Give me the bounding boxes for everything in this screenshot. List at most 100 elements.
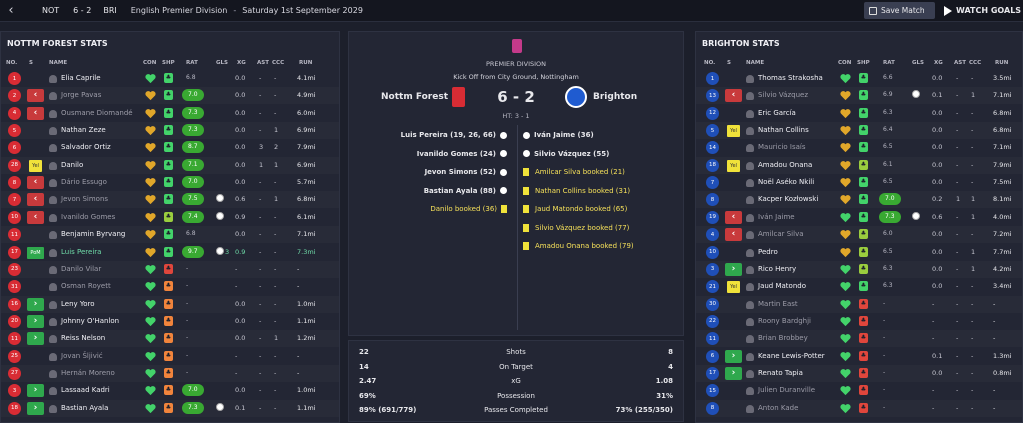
player-row[interactable]: 10 ‹ Ivanildo Gomes ♣ 7.4 0.9 - - 6.1mi [1, 209, 339, 226]
col-header-rat[interactable]: RAT [883, 60, 895, 66]
col-header-no[interactable]: NO. [6, 60, 17, 66]
player-name[interactable]: Danilo [61, 161, 83, 169]
player-row[interactable]: 18 › Bastian Ayala ♣ 7.3 0.1 - - 1.1mi [1, 400, 339, 417]
player-row[interactable]: 1 Elia Caprile ♣ 6.8 0.0 - - 4.1mi [1, 70, 339, 87]
col-header-xg[interactable]: XG [237, 60, 246, 66]
player-name[interactable]: Kacper Kozłowski [758, 195, 818, 203]
player-name[interactable]: Julien Duranville [758, 386, 815, 394]
player-row[interactable]: 27 Hernán Moreno ♣ - - - - - [1, 365, 339, 382]
player-name[interactable]: Johnny O'Hanlon [61, 317, 119, 325]
player-row[interactable]: 22 Roony Bardghji ♣ - - - - - [696, 313, 1022, 330]
col-header-name[interactable]: NAME [49, 60, 67, 66]
player-name[interactable]: Salvador Ortiz [61, 143, 111, 151]
player-name[interactable]: Luis Pereira [61, 248, 101, 256]
player-row[interactable]: 8 Anton Kade ♣ - - - - - [696, 400, 1022, 417]
player-row[interactable]: 6 Salvador Ortiz ♣ 8.7 0.0 3 2 7.9mi [1, 139, 339, 156]
player-name[interactable]: Brian Brobbey [758, 334, 808, 342]
col-header-s[interactable]: S [727, 60, 731, 66]
player-row[interactable]: 30 Martin East ♣ - - - - - [696, 296, 1022, 313]
player-row[interactable]: 7 Noël Aséko Nkili ♣ 6.5 0.0 - - 7.5mi [696, 174, 1022, 191]
away-team-name[interactable]: Brighton [593, 92, 637, 102]
player-row[interactable]: 11 › Reiss Nelson ♣ - 0.0 - 1 1.2mi [1, 330, 339, 347]
player-name[interactable]: Anton Kade [758, 404, 798, 412]
player-row[interactable]: 15 Julien Duranville ♣ - - - - - [696, 382, 1022, 399]
player-name[interactable]: Jaud Matondo [758, 282, 806, 290]
player-name[interactable]: Jovan Šljivić [61, 352, 103, 360]
player-row[interactable]: 4 ‹ Ousmane Diomandé ♣ 7.3 0.0 - - 6.0mi [1, 105, 339, 122]
player-name[interactable]: Reiss Nelson [61, 334, 105, 342]
player-row[interactable]: 14 Mauricio Isaís ♣ 6.5 0.0 - - 7.1mi [696, 139, 1022, 156]
player-row[interactable]: 10 Pedro ♣ 6.5 0.0 - 1 7.7mi [696, 244, 1022, 261]
player-name[interactable]: Ousmane Diomandé [61, 109, 133, 117]
player-name[interactable]: Benjamin Byrvang [61, 230, 125, 238]
player-name[interactable]: Roony Bardghji [758, 317, 811, 325]
player-name[interactable]: Ivanildo Gomes [61, 213, 115, 221]
player-name[interactable]: Jevon Simons [61, 195, 108, 203]
player-row[interactable]: 4 ‹ Amilcar Silva ♣ 6.0 0.0 - - 7.2mi [696, 226, 1022, 243]
player-row[interactable]: 23 Danilo Vilar ♣ - - - - - [1, 261, 339, 278]
player-name[interactable]: Eric García [758, 109, 796, 117]
player-row[interactable]: 18 Yel Amadou Onana ♣ 6.1 0.0 - - 7.9mi [696, 157, 1022, 174]
player-name[interactable]: Silvio Vázquez [758, 91, 808, 99]
col-header-ast[interactable]: AST [257, 60, 269, 66]
col-header-gls[interactable]: GLS [216, 60, 228, 66]
player-row[interactable]: 28 Yel Danilo ♣ 7.1 0.0 1 1 6.9mi [1, 157, 339, 174]
player-name[interactable]: Rico Henry [758, 265, 796, 273]
player-name[interactable]: Renato Tapia [758, 369, 803, 377]
player-row[interactable]: 11 Benjamin Byrvang ♣ 6.8 0.0 - - 7.1mi [1, 226, 339, 243]
player-name[interactable]: Elia Caprile [61, 74, 101, 82]
player-row[interactable]: 1 Thomas Strakosha ♣ 6.6 0.0 - - 3.5mi [696, 70, 1022, 87]
col-header-ast[interactable]: AST [954, 60, 966, 66]
player-row[interactable]: 13 ‹ Silvio Vázquez ♣ 6.9 0.1 - 1 7.1mi [696, 87, 1022, 104]
player-name[interactable]: Bastian Ayala [61, 404, 108, 412]
watch-goals-button[interactable]: WATCH GOALS [944, 2, 1021, 19]
col-header-run[interactable]: RUN [995, 60, 1008, 66]
player-name[interactable]: Lassaad Kadri [61, 386, 110, 394]
player-name[interactable]: Martin East [758, 300, 798, 308]
player-name[interactable]: Nathan Zeze [61, 126, 106, 134]
player-name[interactable]: Dário Essugo [61, 178, 107, 186]
col-header-s[interactable]: S [29, 60, 33, 66]
player-row[interactable]: 2 ‹ Jorge Pavas ♣ 7.0 0.0 - - 4.9mi [1, 87, 339, 104]
player-row[interactable]: 12 Eric García ♣ 6.3 0.0 - - 6.8mi [696, 105, 1022, 122]
player-name[interactable]: Mauricio Isaís [758, 143, 805, 151]
player-row[interactable]: 3 › Rico Henry ♣ 6.3 0.0 - 1 4.2mi [696, 261, 1022, 278]
col-header-shp[interactable]: SHP [162, 60, 175, 66]
col-header-gls[interactable]: GLS [912, 60, 924, 66]
player-name[interactable]: Thomas Strakosha [758, 74, 823, 82]
player-name[interactable]: Hernán Moreno [61, 369, 115, 377]
player-row[interactable]: 17 PoM Luis Pereira ♣ 9.7 3 0.9 - - 7.3mi [1, 244, 339, 261]
col-header-rat[interactable]: RAT [186, 60, 198, 66]
competition-name[interactable]: English Premier Division [131, 6, 228, 15]
player-row[interactable]: 8 ‹ Dário Essugo ♣ 7.0 0.0 - - 5.7mi [1, 174, 339, 191]
col-header-name[interactable]: NAME [746, 60, 764, 66]
player-row[interactable]: 31 Osman Royett ♣ - - - - - [1, 278, 339, 295]
col-header-con[interactable]: CON [838, 60, 851, 66]
player-name[interactable]: Iván Jaime [758, 213, 795, 221]
col-header-shp[interactable]: SHP [857, 60, 870, 66]
col-header-no[interactable]: NO. [704, 60, 715, 66]
col-header-con[interactable]: CON [143, 60, 156, 66]
player-name[interactable]: Amilcar Silva [758, 230, 804, 238]
save-match-button[interactable]: Save Match [864, 2, 935, 19]
player-row[interactable]: 8 Kacper Kozłowski ♣ 7.0 0.2 1 1 8.1mi [696, 191, 1022, 208]
player-row[interactable]: 16 › Leny Yoro ♣ - 0.0 - - 1.0mi [1, 296, 339, 313]
player-row[interactable]: 3 › Lassaad Kadri ♣ 7.0 0.0 - - 1.0mi [1, 382, 339, 399]
player-row[interactable]: 19 ‹ Iván Jaime ♣ 7.3 0.6 - 1 4.0mi [696, 209, 1022, 226]
player-row[interactable]: 7 ‹ Jevon Simons ♣ 7.5 0.6 - 1 6.8mi [1, 191, 339, 208]
player-name[interactable]: Osman Royett [61, 282, 111, 290]
player-name[interactable]: Nathan Collins [758, 126, 809, 134]
player-row[interactable]: 20 › Johnny O'Hanlon ♣ - 0.0 - - 1.1mi [1, 313, 339, 330]
player-row[interactable]: 21 Yel Jaud Matondo ♣ 6.3 0.0 - - 3.4mi [696, 278, 1022, 295]
player-row[interactable]: 11 Brian Brobbey ♣ - - - - - [696, 330, 1022, 347]
player-row[interactable]: 5 Nathan Zeze ♣ 7.3 0.0 - 1 6.9mi [1, 122, 339, 139]
col-header-ccc[interactable]: CCC [272, 60, 284, 66]
player-name[interactable]: Danilo Vilar [61, 265, 101, 273]
back-arrow-icon[interactable]: ‹ [0, 0, 22, 22]
player-name[interactable]: Jorge Pavas [61, 91, 101, 99]
col-header-run[interactable]: RUN [299, 60, 312, 66]
player-row[interactable]: 5 Yel Nathan Collins ♣ 6.4 0.0 - - 6.8mi [696, 122, 1022, 139]
col-header-xg[interactable]: XG [934, 60, 943, 66]
player-name[interactable]: Leny Yoro [61, 300, 95, 308]
col-header-ccc[interactable]: CCC [969, 60, 981, 66]
